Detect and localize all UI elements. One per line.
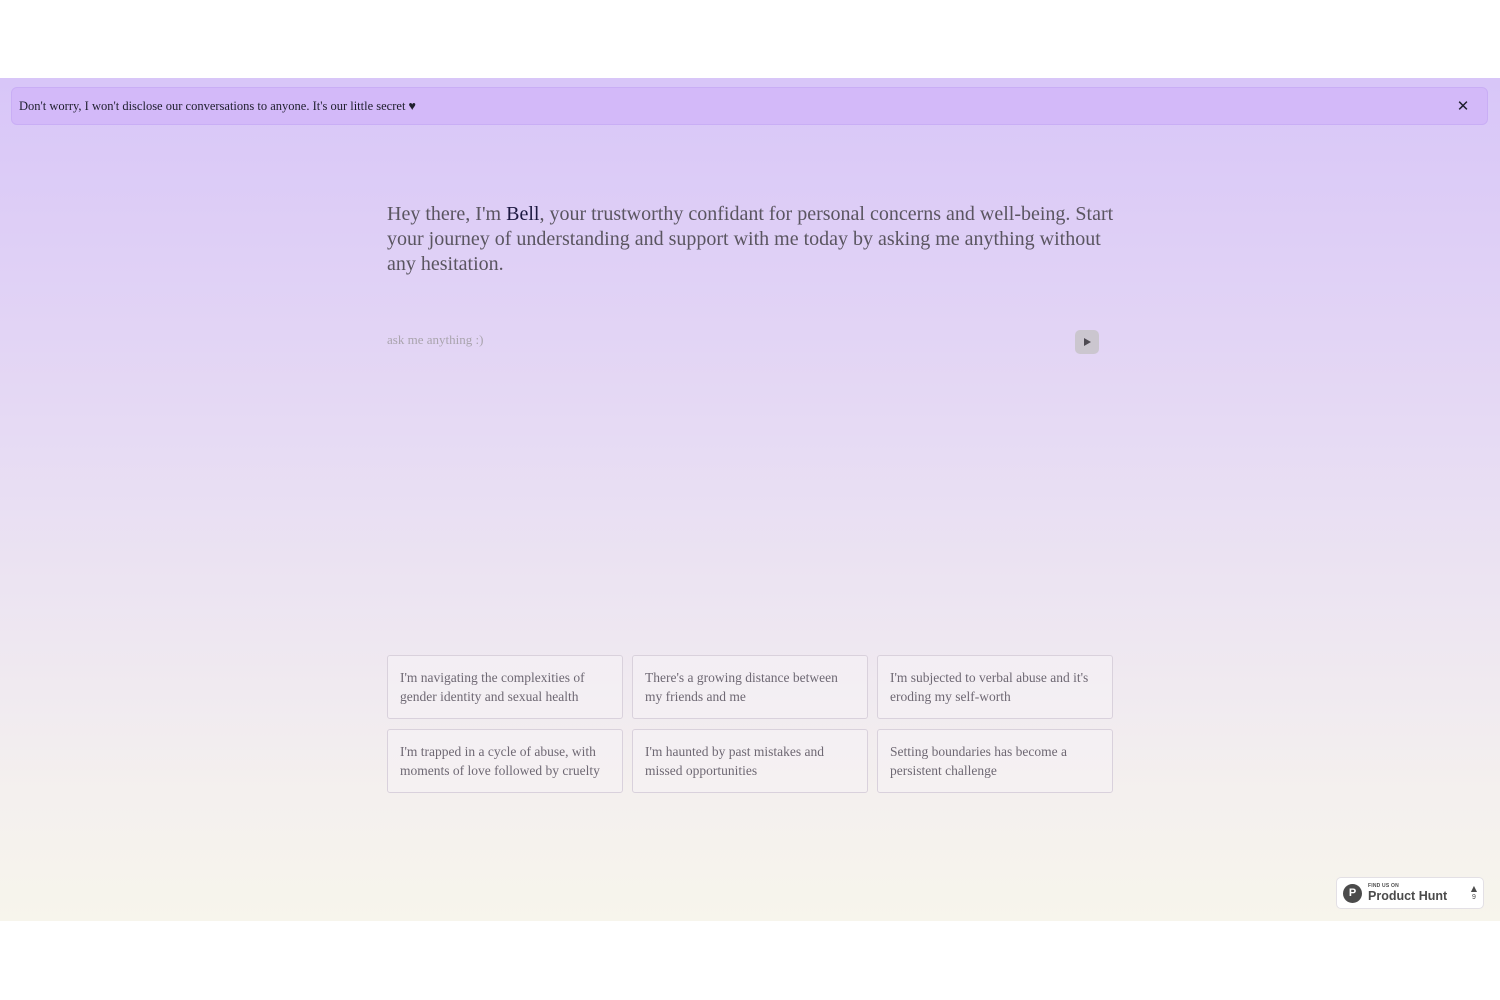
product-hunt-logo-icon: P (1343, 883, 1362, 903)
send-button[interactable] (1075, 330, 1099, 354)
product-hunt-votes: ▲ 9 (1470, 884, 1477, 902)
upvote-arrow-icon: ▲ (1470, 884, 1477, 893)
privacy-banner-text: Don't worry, I won't disclose our conver… (19, 98, 416, 113)
bottom-blank-area (0, 921, 1500, 1000)
privacy-banner: Don't worry, I won't disclose our conver… (11, 87, 1488, 125)
intro-prefix: Hey there, I'm (387, 203, 507, 225)
close-icon[interactable]: ✕ (1453, 96, 1473, 116)
assistant-name: Bell (506, 203, 540, 225)
product-hunt-name: Product Hunt (1368, 888, 1448, 903)
app-page: Don't worry, I won't disclose our conver… (0, 78, 1500, 921)
intro-heading: Hey there, I'm Bell, your trustworthy co… (387, 202, 1117, 277)
suggestion-card[interactable]: There's a growing distance between my fr… (632, 655, 868, 719)
ask-input[interactable] (387, 328, 1075, 352)
suggestion-card[interactable]: I'm trapped in a cycle of abuse, with mo… (387, 729, 623, 793)
upvote-count: 9 (1471, 894, 1476, 901)
ask-form (387, 325, 1099, 355)
top-blank-area (0, 0, 1500, 78)
suggestion-card[interactable]: I'm navigating the complexities of gende… (387, 655, 623, 719)
play-icon (1084, 338, 1091, 346)
suggestion-card[interactable]: I'm subjected to verbal abuse and it's e… (877, 655, 1113, 719)
product-hunt-badge[interactable]: P FIND US ON Product Hunt ▲ 9 (1336, 877, 1484, 909)
product-hunt-caption: FIND US ON (1368, 882, 1399, 889)
suggestion-card[interactable]: Setting boundaries has become a persiste… (877, 729, 1113, 793)
product-hunt-text: FIND US ON Product Hunt (1368, 882, 1448, 903)
suggestion-grid: I'm navigating the complexities of gende… (387, 655, 1113, 793)
suggestion-card[interactable]: I'm haunted by past mistakes and missed … (632, 729, 868, 793)
